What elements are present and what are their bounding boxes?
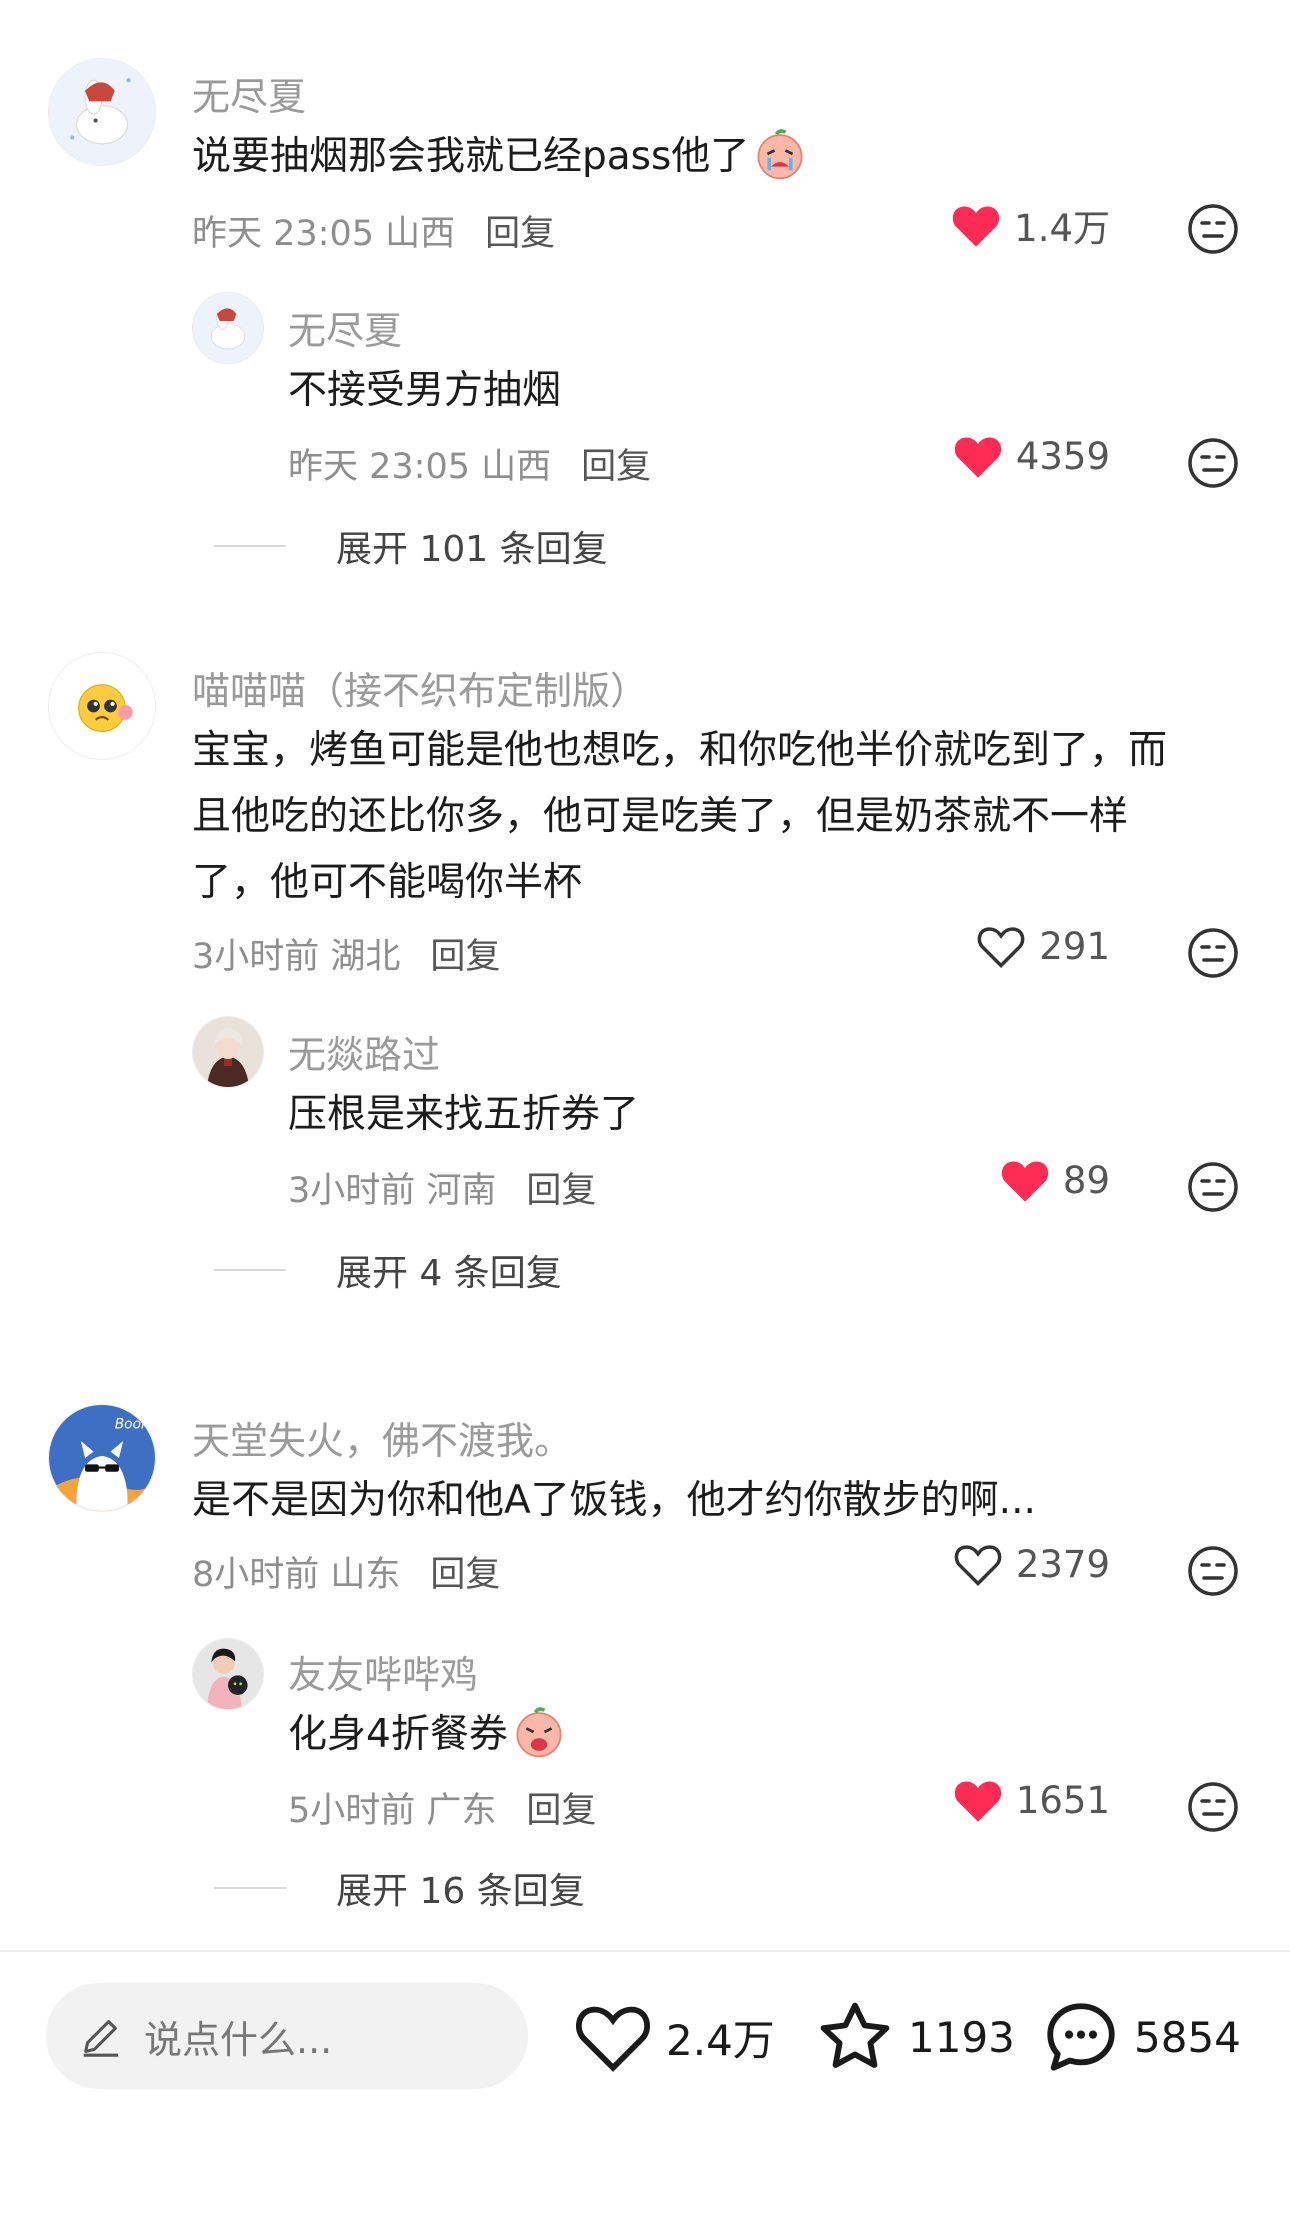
expand-replies-button[interactable]: 展开 101 条回复 <box>214 520 608 572</box>
comment-input-placeholder: 说点什么... <box>144 2017 333 2062</box>
timestamp-location: 8小时前 山东 <box>192 1555 401 1595</box>
emoji-face-icon[interactable] <box>1186 926 1240 980</box>
comment-text: 是不是因为你和他A了饭钱，他才约你散步的啊... <box>192 1478 1036 1523</box>
reply-like-button[interactable]: 1651 <box>930 1776 1110 1824</box>
anime-character-avatar-icon <box>193 1017 263 1087</box>
reply-username[interactable]: 无尽夏 <box>288 300 402 355</box>
expand-replies-label: 展开 101 条回复 <box>336 529 608 570</box>
emoji-face-icon[interactable] <box>1186 1544 1240 1598</box>
reply-avatar[interactable] <box>192 1016 264 1088</box>
crying-peach-emoji-icon <box>516 1707 562 1758</box>
avatar-text: Boom! <box>115 1416 155 1432</box>
emoji-face-icon[interactable] <box>1186 202 1240 256</box>
reply-timestamp-location: 昨天 23:05 山西 <box>288 447 552 487</box>
comment-text-line: 且他吃的还比你多，他可是吃美了，但是奶茶就不一样 <box>192 794 1129 839</box>
heart-outline-icon <box>978 927 1025 968</box>
comment-meta: 3小时前 湖北 回复 <box>192 928 500 979</box>
heart-filled-icon <box>953 206 1000 247</box>
comment-meta: 8小时前 山东 回复 <box>192 1546 500 1597</box>
avatar[interactable] <box>48 652 156 760</box>
username[interactable]: 喵喵喵（接不织布定制版） <box>192 660 648 715</box>
heart-filled-icon <box>1001 1161 1049 1202</box>
reply-username[interactable]: 友友哔哔鸡 <box>288 1644 478 1699</box>
heart-filled-icon <box>954 1781 1001 1822</box>
like-button[interactable]: 291 <box>930 922 1110 970</box>
heart-outline-icon <box>954 1545 1002 1586</box>
comment-text-line: 了，他可不能喝你半杯 <box>192 860 583 905</box>
star-icon <box>820 2002 890 2068</box>
username[interactable]: 无尽夏 <box>192 66 306 121</box>
reply-avatar[interactable] <box>192 292 264 364</box>
reply-like-count: 4359 <box>1015 434 1110 478</box>
reply-like-button[interactable]: 4359 <box>930 432 1110 480</box>
divider-line <box>214 545 286 547</box>
post-like-count: 2.4万 <box>666 2015 775 2065</box>
like-button[interactable]: 1.4万 <box>930 198 1110 252</box>
reply-timestamp-location: 5小时前 广东 <box>288 1791 497 1831</box>
pleading-face-avatar-icon <box>49 653 155 759</box>
timestamp-location: 昨天 23:05 山西 <box>192 214 456 254</box>
emoji-face-icon[interactable] <box>1186 1780 1240 1834</box>
expand-replies-button[interactable]: 展开 16 条回复 <box>214 1862 585 1914</box>
reply-text: 化身4折餐券 <box>288 1702 566 1768</box>
reply-button[interactable]: 回复 <box>430 1555 500 1595</box>
reply-text: 压根是来找五折券了 <box>288 1092 640 1137</box>
reply-meta: 昨天 23:05 山西 回复 <box>288 438 651 489</box>
username[interactable]: 天堂失火，佛不渡我。 <box>192 1410 572 1465</box>
like-post-button[interactable]: 2.4万 <box>572 1995 775 2079</box>
cat-sunglasses-avatar-icon: Boom! <box>49 1405 155 1511</box>
favorite-post-button[interactable]: 1193 <box>814 1995 1015 2079</box>
comments-button[interactable]: 5854 <box>1040 1995 1241 2079</box>
reply-button[interactable]: 回复 <box>485 214 555 254</box>
like-count: 1.4万 <box>1014 207 1110 250</box>
comment-meta: 昨天 23:05 山西 回复 <box>192 205 555 256</box>
person-with-cat-avatar-icon <box>193 1639 263 1709</box>
timestamp-location: 3小时前 湖北 <box>192 937 401 977</box>
heart-icon <box>575 2006 651 2072</box>
heart-filled-icon <box>954 437 1001 478</box>
comment-text-line: 宝宝，烤鱼可能是他也想吃，和你吃他半价就吃到了，而 <box>192 728 1168 773</box>
avatar[interactable]: Boom! <box>48 1404 156 1512</box>
reply-meta: 5小时前 广东 回复 <box>288 1782 596 1833</box>
comment-text: 宝宝，烤鱼可能是他也想吃，和你吃他半价就吃到了，而 且他吃的还比你多，他可是吃美… <box>192 718 1232 916</box>
like-count: 2379 <box>1015 1542 1110 1586</box>
bottom-bar-divider <box>0 1950 1290 1952</box>
avatar[interactable] <box>48 58 156 166</box>
expand-replies-button[interactable]: 展开 4 条回复 <box>214 1244 562 1296</box>
like-button[interactable]: 2379 <box>930 1540 1110 1588</box>
reply-button[interactable]: 回复 <box>581 447 651 487</box>
reply-text: 不接受男方抽烟 <box>288 368 562 413</box>
reply-username[interactable]: 无燚路过 <box>288 1024 440 1079</box>
expand-replies-label: 展开 16 条回复 <box>336 1871 585 1912</box>
expand-replies-label: 展开 4 条回复 <box>336 1253 562 1294</box>
reply-like-button[interactable]: 89 <box>930 1156 1110 1204</box>
reply-avatar[interactable] <box>192 1638 264 1710</box>
divider-line <box>214 1269 286 1271</box>
reply-like-count: 1651 <box>1015 1778 1110 1822</box>
divider-line <box>214 1887 286 1889</box>
comment-input[interactable]: 说点什么... <box>46 1983 528 2089</box>
comment-text-body: 说要抽烟那会我就已经pass他了 <box>192 134 750 179</box>
reply-button[interactable]: 回复 <box>526 1171 596 1211</box>
reply-like-count: 89 <box>1062 1158 1110 1202</box>
reply-timestamp-location: 3小时前 河南 <box>288 1171 497 1211</box>
emoji-face-icon[interactable] <box>1186 436 1240 490</box>
post-comment-count: 5854 <box>1134 2012 1241 2062</box>
reply-button[interactable]: 回复 <box>526 1791 596 1831</box>
like-count: 291 <box>1039 924 1110 968</box>
chat-icon <box>1047 2003 1115 2071</box>
bunny-avatar-icon <box>193 293 263 363</box>
comment-text: 说要抽烟那会我就已经pass他了 <box>192 124 807 190</box>
crying-peach-emoji-icon <box>757 129 803 180</box>
pencil-icon <box>83 2020 119 2057</box>
bunny-avatar-icon <box>49 59 155 165</box>
emoji-face-icon[interactable] <box>1186 1160 1240 1214</box>
reply-button[interactable]: 回复 <box>430 937 500 977</box>
reply-meta: 3小时前 河南 回复 <box>288 1162 596 1213</box>
reply-text-body: 化身4折餐券 <box>288 1712 508 1757</box>
post-star-count: 1193 <box>908 2012 1015 2062</box>
